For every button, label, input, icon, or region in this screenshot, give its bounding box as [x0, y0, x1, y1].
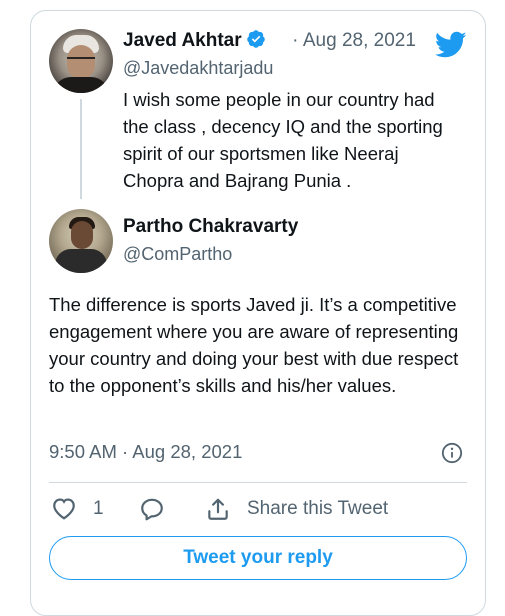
reply-timestamp[interactable]: 9:50 AM · Aug 28, 2021	[49, 441, 242, 463]
actions-divider	[49, 482, 467, 483]
original-author-handle[interactable]: @Javedakhtarjadu	[123, 58, 273, 79]
reply-tweet-text: The difference is sports Javed ji. It’s …	[49, 294, 459, 396]
like-count[interactable]: 1	[93, 498, 104, 520]
reply-icon[interactable]	[139, 496, 165, 522]
tweet-card: Javed Akhtar · Aug 28, 2021 @Javedakhtar…	[30, 10, 486, 616]
info-icon[interactable]	[441, 442, 463, 464]
original-tweet-separator: ·	[292, 30, 299, 51]
share-tweet-label[interactable]: Share this Tweet	[247, 498, 388, 520]
tweet-your-reply-button[interactable]: Tweet your reply	[49, 536, 467, 580]
share-icon[interactable]	[205, 496, 231, 522]
reply-author-name[interactable]: Partho Chakravarty	[123, 216, 298, 238]
heart-icon[interactable]	[51, 496, 77, 520]
original-tweet-date[interactable]: Aug 28, 2021	[303, 30, 416, 51]
twitter-bird-icon[interactable]	[435, 31, 467, 59]
original-tweet-header: Javed Akhtar · Aug 28, 2021	[123, 29, 416, 52]
avatar-javed-akhtar[interactable]	[49, 29, 113, 93]
verified-badge-icon	[246, 30, 265, 48]
thread-connector-line	[80, 99, 82, 199]
avatar-partho-chakravarty[interactable]	[49, 209, 113, 273]
original-author-name[interactable]: Javed Akhtar	[123, 30, 242, 51]
original-tweet-text: I wish some people in our country had th…	[123, 89, 443, 191]
reply-author-handle[interactable]: @ComPartho	[123, 244, 232, 265]
